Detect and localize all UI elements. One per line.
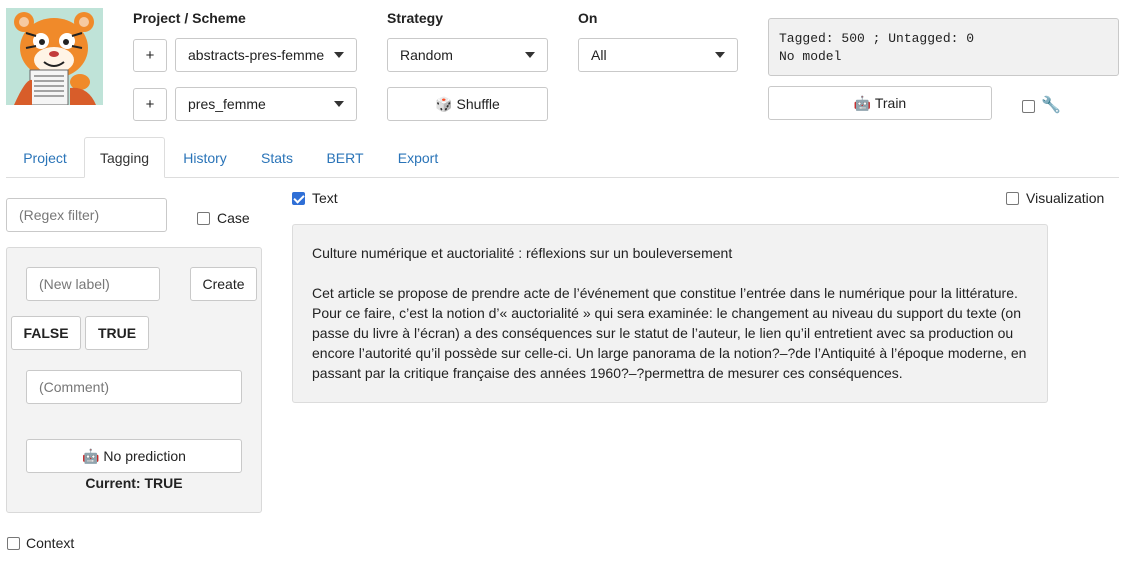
- tab-bert[interactable]: BERT: [309, 137, 381, 178]
- text-checkbox[interactable]: [292, 192, 305, 205]
- create-label-button[interactable]: Create: [190, 267, 257, 301]
- strategy-select[interactable]: Random: [387, 38, 548, 72]
- chevron-down-icon: [334, 101, 344, 107]
- app-logo: [6, 8, 103, 105]
- scheme-select-value: pres_femme: [188, 96, 266, 112]
- project-scheme-label: Project / Scheme: [133, 10, 246, 26]
- project-select[interactable]: abstracts-pres-femme: [175, 38, 357, 72]
- prediction-button[interactable]: 🤖 No prediction: [26, 439, 242, 473]
- text-body: Cet article se propose de prendre acte d…: [312, 285, 1027, 381]
- comment-input[interactable]: (Comment): [26, 370, 242, 404]
- tab-stats[interactable]: Stats: [245, 137, 309, 178]
- context-checkbox[interactable]: [7, 537, 20, 550]
- visualization-checkbox[interactable]: [1006, 192, 1019, 205]
- text-label: Text: [312, 190, 338, 206]
- case-label: Case: [217, 210, 250, 226]
- text-display: Culture numérique et auctorialité : réfl…: [292, 224, 1048, 403]
- tab-history[interactable]: History: [165, 137, 245, 178]
- context-label: Context: [26, 535, 75, 551]
- visualization-label: Visualization: [1026, 190, 1105, 206]
- status-box: Tagged: 500 ; Untagged: 0 No model: [768, 18, 1119, 76]
- tab-project[interactable]: Project: [6, 137, 84, 178]
- chevron-down-icon: [525, 52, 535, 58]
- project-select-value: abstracts-pres-femme: [188, 47, 325, 63]
- current-label-text: Current: TRUE: [85, 475, 183, 491]
- regex-filter-input[interactable]: (Regex filter): [6, 198, 167, 232]
- label-false-button[interactable]: FALSE: [11, 316, 81, 350]
- train-button[interactable]: 🤖 Train: [768, 86, 992, 120]
- tab-export[interactable]: Export: [381, 137, 455, 178]
- scheme-select[interactable]: pres_femme: [175, 87, 357, 121]
- strategy-label: Strategy: [387, 10, 444, 26]
- chevron-down-icon: [715, 52, 725, 58]
- tiger-logo-icon: [6, 8, 103, 105]
- new-label-input[interactable]: (New label): [26, 267, 160, 301]
- add-project-button[interactable]: +: [133, 39, 167, 72]
- on-select[interactable]: All: [578, 38, 738, 72]
- wrench-icon[interactable]: 🔧: [1041, 95, 1061, 115]
- case-checkbox[interactable]: [197, 212, 210, 225]
- on-select-value: All: [591, 47, 607, 63]
- label-true-button[interactable]: TRUE: [85, 316, 149, 350]
- settings-checkbox[interactable]: [1022, 100, 1035, 113]
- add-scheme-button[interactable]: +: [133, 88, 167, 121]
- strategy-select-value: Random: [400, 47, 453, 63]
- on-label: On: [578, 10, 598, 26]
- shuffle-button[interactable]: 🎲 Shuffle: [387, 87, 548, 121]
- tab-tagging[interactable]: Tagging: [84, 137, 165, 178]
- chevron-down-icon: [334, 52, 344, 58]
- text-title: Culture numérique et auctorialité : réfl…: [312, 245, 733, 261]
